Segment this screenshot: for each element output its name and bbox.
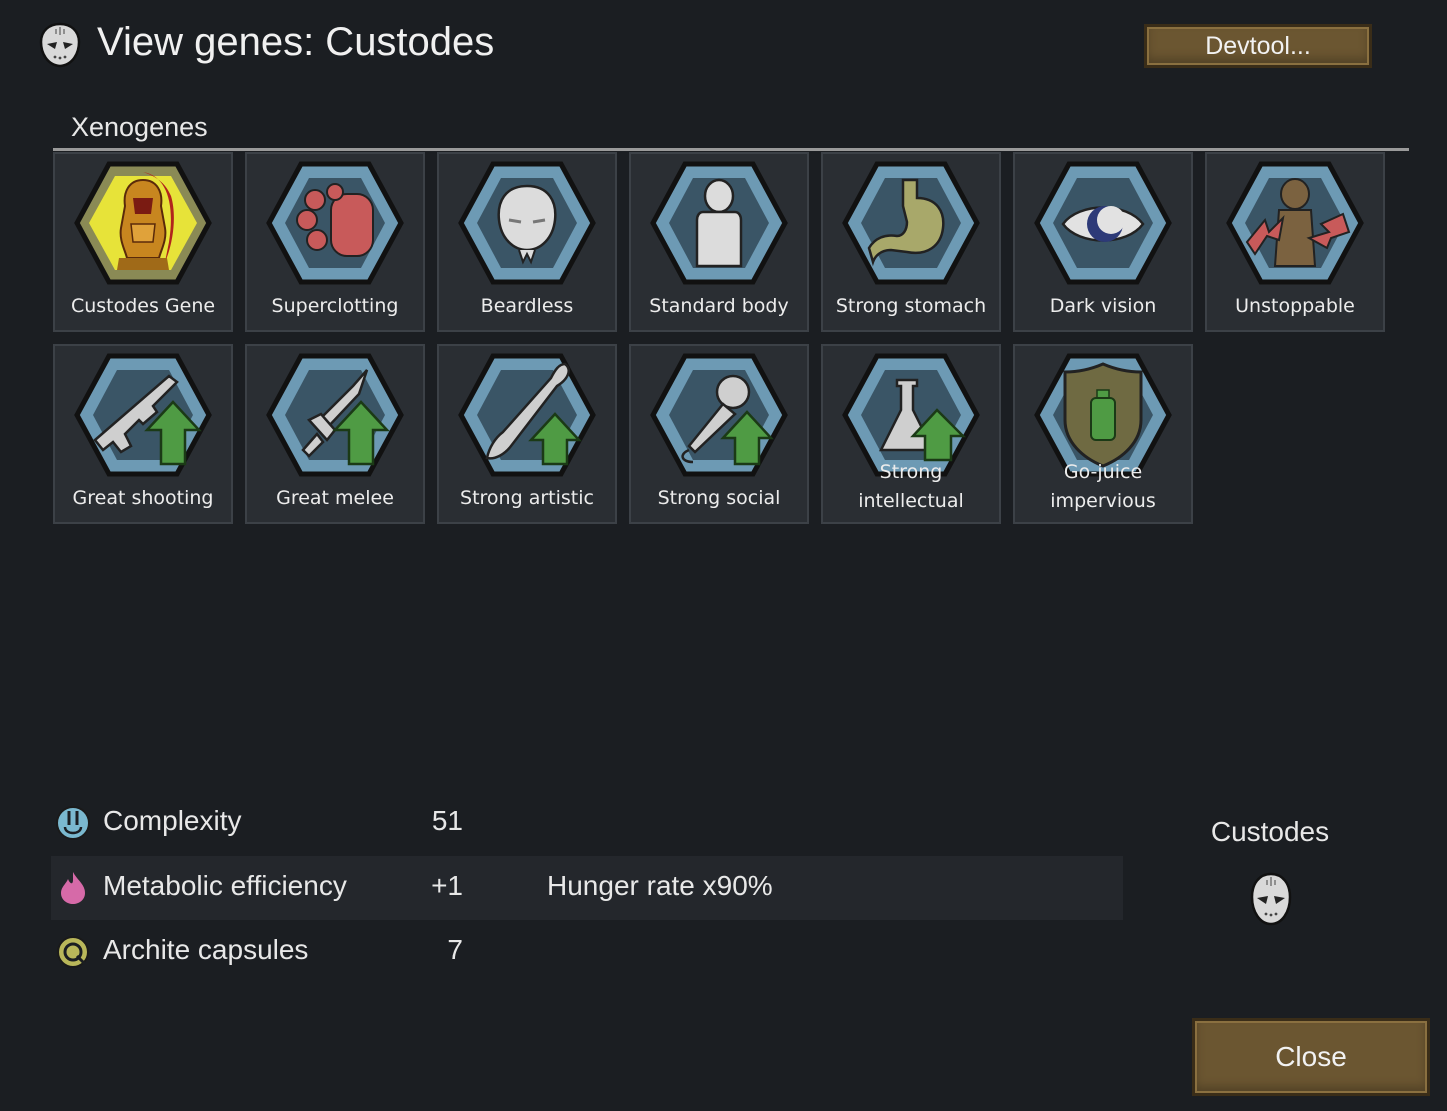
archite-capsule-icon [57,936,89,968]
stat-name: Metabolic efficiency [103,870,347,901]
gene-strong-stomach[interactable]: Strong stomach [821,152,1001,332]
stat-effect: Hunger rate x90% [547,870,773,901]
close-button[interactable]: Close [1192,1018,1430,1096]
stat-value: 7 [447,934,463,965]
gene-label: Strong artistic [460,487,594,509]
rifle-up-arrow-icon [74,353,212,477]
gene-go-juice-impervious[interactable]: Go-juice impervious [1013,344,1193,524]
gene-label: Unstoppable [1235,295,1355,317]
gene-strong-intellectual[interactable]: Strong intellectual [821,344,1001,524]
complexity-icon [56,806,90,840]
section-divider [53,148,1409,151]
gene-strong-social[interactable]: Strong social [629,344,809,524]
stat-value: 51 [431,805,463,836]
stat-name: Archite capsules [103,934,309,965]
blood-cells-icon [266,161,404,285]
devtool-button[interactable]: Devtool... [1144,24,1372,68]
custodes-helmet-icon [74,161,212,285]
metabolism-flame-icon [61,872,85,904]
beardless-face-icon [458,161,596,285]
gene-custodes[interactable]: Custodes Gene [53,152,233,332]
skull-mask-icon [39,22,81,68]
eye-icon [1034,161,1172,285]
stat-value: +1 [431,870,463,901]
gene-great-shooting[interactable]: Great shooting [53,344,233,524]
brush-up-arrow-icon [458,353,596,477]
unstoppable-body-icon [1226,161,1364,285]
gene-label: Dark vision [1049,295,1157,317]
gene-standard-body[interactable]: Standard body [629,152,809,332]
gene-label: Strong intellectual [858,461,964,512]
gene-dark-vision[interactable]: Dark vision [1013,152,1193,332]
stomach-icon [842,161,980,285]
gene-label: Great shooting [72,487,214,509]
stat-name: Complexity [103,805,242,836]
xenotype-name: Custodes [1210,816,1330,847]
skull-mask-icon[interactable] [1250,872,1292,926]
microphone-up-arrow-icon [650,353,788,477]
section-label-xenogenes: Xenogenes [71,112,208,142]
gene-beardless[interactable]: Beardless [437,152,617,332]
sword-up-arrow-icon [266,353,404,477]
gene-label: Superclotting [271,295,399,317]
gene-superclotting[interactable]: Superclotting [245,152,425,332]
gene-label: Beardless [480,295,574,317]
gene-strong-artistic[interactable]: Strong artistic [437,344,617,524]
gene-label: Go-juice impervious [1050,461,1156,512]
stat-row-archite-capsules: Archite capsules 7 [51,920,1123,984]
gene-label: Custodes Gene [70,295,216,317]
gene-label: Great melee [276,487,394,509]
gene-great-melee[interactable]: Great melee [245,344,425,524]
body-silhouette-icon [650,161,788,285]
stat-row-complexity: Complexity 51 [51,791,1123,855]
gene-label: Strong stomach [835,295,987,317]
gene-label: Strong social [657,487,781,509]
gene-label: Standard body [649,295,789,317]
gene-unstoppable[interactable]: Unstoppable [1205,152,1385,332]
window-title: View genes: Custodes [97,20,495,64]
stat-row-metabolic-efficiency: Metabolic efficiency +1 Hunger rate x90% [51,856,1123,920]
